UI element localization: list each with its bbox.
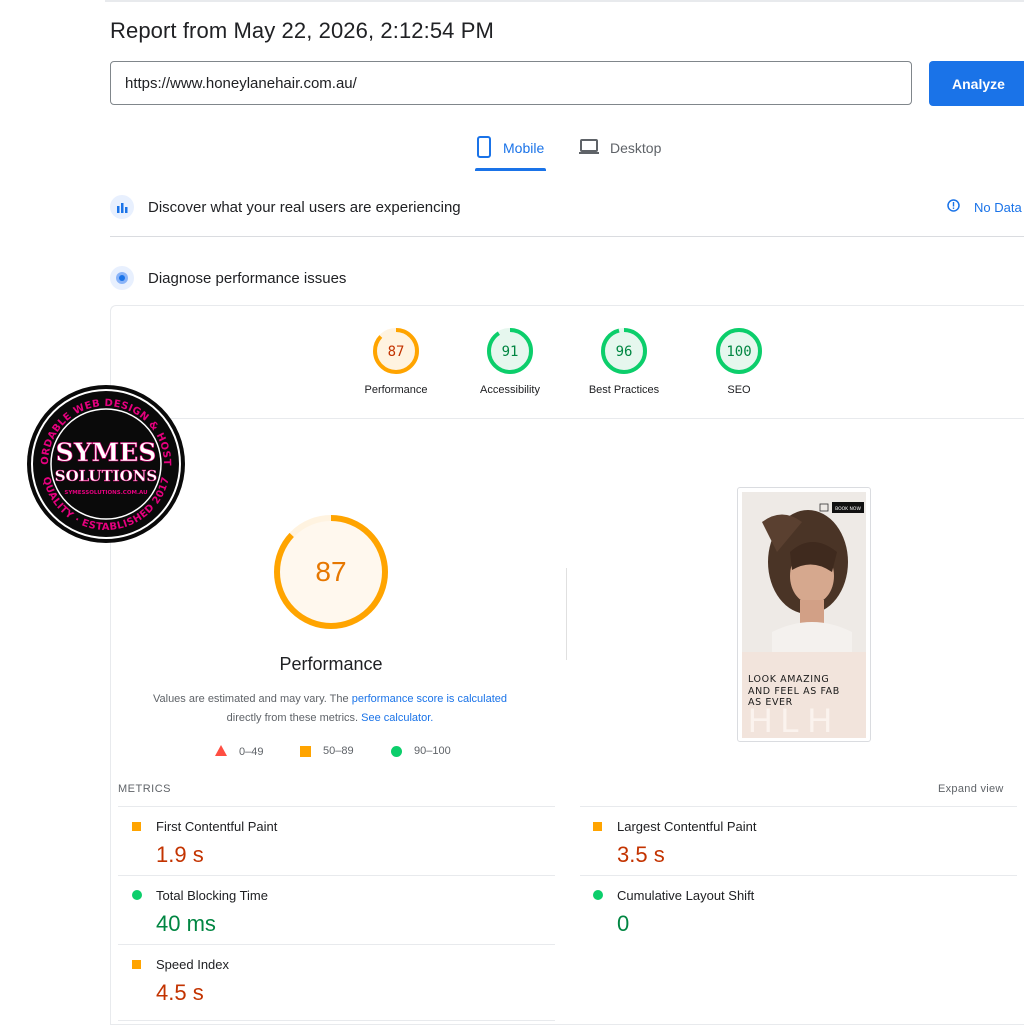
note-text: directly from these metrics. xyxy=(226,712,362,724)
badge-website: SYMESSOLUTIONS.COM.AU xyxy=(64,490,147,496)
analyze-button[interactable]: Analyze xyxy=(929,61,1024,106)
gauge-ring: 100 xyxy=(716,328,762,374)
metric-divider xyxy=(118,875,555,876)
legend-label: 90–100 xyxy=(414,745,451,757)
url-input[interactable] xyxy=(110,61,912,105)
tab-selected-indicator xyxy=(475,168,546,171)
gauge-label: Performance xyxy=(364,384,428,396)
gauge-best-practices[interactable]: 96 Best Practices xyxy=(574,327,674,396)
gauge-performance[interactable]: 87 Performance xyxy=(346,327,446,396)
metric-value-lcp: 3.5 s xyxy=(617,842,665,867)
tagline-line: AND FEEL AS FAB xyxy=(748,685,840,697)
legend-label: 50–89 xyxy=(323,745,354,757)
average-square-icon xyxy=(593,822,602,831)
metric-value-tbt: 40 ms xyxy=(156,911,216,936)
expand-view-button[interactable]: Expand view xyxy=(938,783,1004,795)
metrics-header: METRICS xyxy=(118,783,171,795)
metric-divider xyxy=(118,944,555,945)
gauge-score: 100 xyxy=(726,344,751,360)
metric-name-cls: Cumulative Layout Shift xyxy=(617,888,755,903)
no-data-indicator: No Data xyxy=(947,199,1022,215)
users-chart-icon xyxy=(110,195,134,219)
performance-big-score: 87 xyxy=(315,556,346,587)
performance-heading: Performance xyxy=(279,654,383,674)
no-data-label: No Data xyxy=(974,199,1022,215)
legend-label: 0–49 xyxy=(239,746,264,758)
page-screenshot: BOOK NOW LOOK AMAZING AND FEEL AS FAB AS… xyxy=(737,487,871,742)
gauge-accessibility[interactable]: 91 Accessibility xyxy=(460,327,560,396)
tagline-line: LOOK AMAZING xyxy=(748,674,830,685)
diagnose-label: Diagnose performance issues xyxy=(148,269,347,287)
metric-divider xyxy=(118,1020,555,1021)
average-square-icon xyxy=(132,822,141,831)
metric-divider xyxy=(580,875,1017,876)
metric-name-lcp: Largest Contentful Paint xyxy=(617,819,757,834)
badge-name-line1: SYMES xyxy=(56,438,157,467)
screenshot-hero-image: BOOK NOW xyxy=(742,492,866,652)
badge-name-line2: SOLUTIONS xyxy=(55,467,158,485)
metric-value-fcp: 1.9 s xyxy=(156,842,204,867)
screenshot-tagline-panel: LOOK AMAZING AND FEEL AS FAB AS EVER HLH xyxy=(742,652,866,740)
gauge-ring: 96 xyxy=(601,328,647,374)
gauge-ring: 87 xyxy=(373,328,419,374)
report-title: Report from May 22, 2026, 2:12:54 PM xyxy=(110,18,494,43)
metric-name-fcp: First Contentful Paint xyxy=(156,819,278,834)
watermark-logo: HLH xyxy=(748,702,841,740)
book-now-button: BOOK NOW xyxy=(835,506,861,512)
green-circle-icon xyxy=(391,745,402,757)
gauge-label: Best Practices xyxy=(588,384,660,396)
pass-circle-icon xyxy=(593,890,603,900)
metric-value-cls: 0 xyxy=(617,911,630,936)
diagnose-section: Diagnose performance issues xyxy=(110,266,346,290)
score-calculated-link[interactable]: performance score is calculated xyxy=(352,693,507,705)
gauge-score: 96 xyxy=(616,344,633,360)
gauge-ring: 91 xyxy=(487,328,533,374)
gauge-score: 91 xyxy=(502,344,519,360)
orange-square-icon xyxy=(300,745,311,757)
metric-divider xyxy=(118,806,555,807)
real-users-label: Discover what your real users are experi… xyxy=(148,198,461,216)
tab-mobile-label: Mobile xyxy=(503,140,545,156)
legend-pass: 90–100 xyxy=(391,745,451,757)
performance-big-gauge: 87 xyxy=(271,512,391,637)
red-triangle-icon xyxy=(215,745,227,759)
vertical-divider xyxy=(566,568,567,660)
average-square-icon xyxy=(132,960,141,969)
symes-solutions-badge: AFFORDABLE WEB DESIGN & HOSTING QUALITY … xyxy=(22,376,186,544)
diagnose-target-icon xyxy=(110,266,134,290)
tab-desktop[interactable]: Desktop xyxy=(578,135,661,171)
real-users-section[interactable]: Discover what your real users are experi… xyxy=(110,195,461,219)
tab-desktop-label: Desktop xyxy=(610,140,662,156)
laptop-icon xyxy=(578,135,600,162)
legend-average: 50–89 xyxy=(300,745,354,757)
gauge-label: Accessibility xyxy=(480,384,540,396)
pass-circle-icon xyxy=(132,890,142,900)
metric-name-si: Speed Index xyxy=(156,957,230,972)
gauges-divider xyxy=(110,418,1024,419)
gauge-seo[interactable]: 100 SEO xyxy=(689,327,789,396)
legend-fail: 0–49 xyxy=(215,745,263,759)
performance-note: Values are estimated and may vary. The p… xyxy=(130,690,530,728)
gauge-score: 87 xyxy=(388,344,405,360)
info-icon xyxy=(947,199,960,215)
tab-mobile[interactable]: Mobile xyxy=(475,135,546,171)
see-calculator-link[interactable]: See calculator. xyxy=(361,712,433,724)
metric-divider xyxy=(580,806,1017,807)
top-divider xyxy=(105,0,1024,2)
note-text: Values are estimated and may vary. The xyxy=(152,693,352,705)
section-divider xyxy=(110,236,1024,237)
gauge-label: SEO xyxy=(727,384,751,396)
metric-name-tbt: Total Blocking Time xyxy=(156,888,268,903)
mobile-phone-icon xyxy=(475,135,493,162)
metric-value-si: 4.5 s xyxy=(156,980,204,1005)
